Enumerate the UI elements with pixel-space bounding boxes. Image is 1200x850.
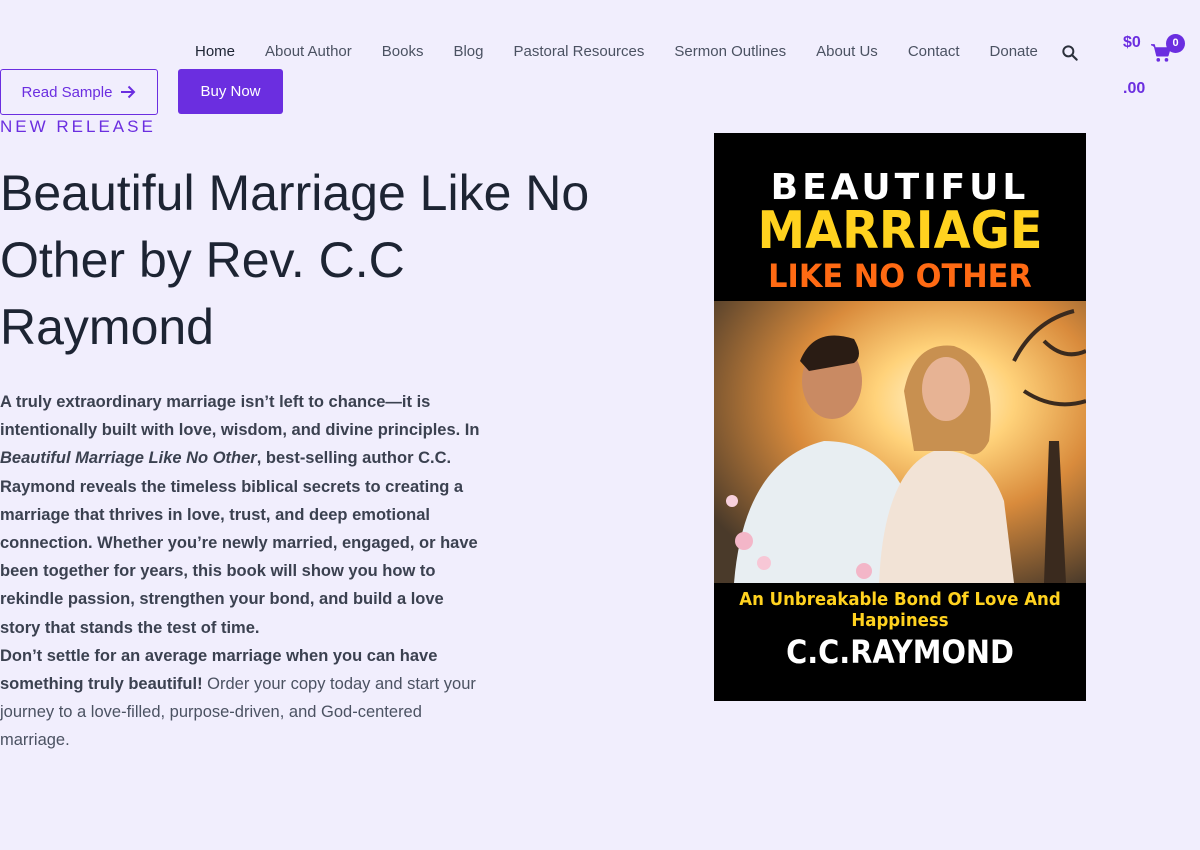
nav-item-sermon-outlines[interactable]: Sermon Outlines <box>674 43 786 60</box>
cover-couple-photo <box>714 301 1086 583</box>
cover-author: C.C.RAYMOND <box>786 633 1014 671</box>
arrow-right-icon <box>121 85 136 99</box>
search-icon[interactable] <box>1060 43 1080 63</box>
book-cover: BEAUTIFUL MARRIAGE LIKE NO OTHER An Unbr… <box>714 133 1086 701</box>
cart-total-cents: .00 <box>1123 80 1146 97</box>
cart-total-dollars: $0 <box>1123 34 1141 51</box>
book-description: A truly extraordinary marriage isn’t lef… <box>0 388 480 755</box>
buy-now-label: Buy Now <box>200 83 261 100</box>
book-cover-title-block: BEAUTIFUL MARRIAGE LIKE NO OTHER <box>714 133 1086 301</box>
nav-item-books[interactable]: Books <box>382 43 424 60</box>
cart-count-badge: 0 <box>1166 34 1185 53</box>
cover-tagline: An Unbreakable Bond Of Love And Happines… <box>739 589 1061 631</box>
nav-item-blog[interactable]: Blog <box>453 43 483 60</box>
nav-item-donate[interactable]: Donate <box>990 43 1038 60</box>
nav-item-contact[interactable]: Contact <box>908 43 960 60</box>
nav-item-about-us[interactable]: About Us <box>816 43 878 60</box>
description-intro: A truly extraordinary marriage isn’t lef… <box>0 393 480 440</box>
description-book-title: Beautiful Marriage Like No Other <box>0 449 257 468</box>
read-sample-button[interactable]: Read Sample <box>0 69 158 115</box>
buy-now-button[interactable]: Buy Now <box>178 69 283 114</box>
nav-item-home[interactable]: Home <box>195 43 235 60</box>
nav-item-about-author[interactable]: About Author <box>265 43 352 60</box>
main-nav: Home About Author Books Blog Pastoral Re… <box>195 43 1038 60</box>
new-release-label: NEW RELEASE <box>0 117 156 136</box>
cart-total[interactable]: $0 .00 <box>1123 20 1153 112</box>
nav-item-pastoral-resources[interactable]: Pastoral Resources <box>513 43 644 60</box>
cover-title-line3: LIKE NO OTHER <box>768 257 1032 295</box>
cover-title-line2: MARRIAGE <box>757 201 1043 261</box>
description-body: , best-selling author C.C. Raymond revea… <box>0 449 478 637</box>
page-title: Beautiful Marriage Like No Other by Rev.… <box>0 165 590 355</box>
read-sample-label: Read Sample <box>21 83 113 101</box>
